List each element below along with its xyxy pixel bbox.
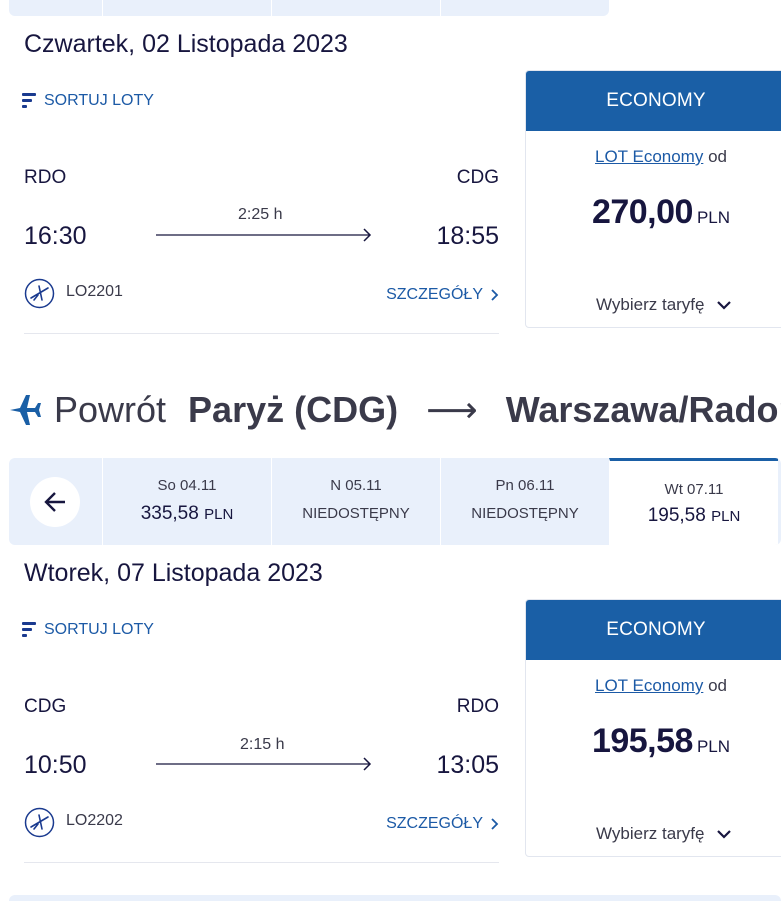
return-date-strip: So 04.11 335,58 PLN N 05.11 NIEDOSTĘPNY …: [9, 458, 781, 545]
fare-price: 195,58 PLN: [526, 722, 781, 761]
origin-code: RDO: [24, 167, 67, 188]
economy-header: ECONOMY: [526, 600, 781, 660]
origin-code: CDG: [24, 696, 67, 717]
choose-fare-label: Wybierz taryfę: [596, 824, 705, 843]
date-unavailable: NIEDOSTĘPNY: [302, 505, 410, 522]
date-option-mon[interactable]: Pn 06.11 NIEDOSTĘPNY: [440, 458, 609, 545]
chevron-right-icon: [491, 289, 499, 301]
date-option-sun[interactable]: N 05.11 NIEDOSTĘPNY: [271, 458, 440, 545]
price-currency: PLN: [696, 737, 731, 756]
departure-time: 10:50: [24, 751, 87, 779]
date-price: 195,58 PLN: [647, 505, 741, 526]
date-label: N 05.11: [330, 477, 382, 494]
previous-dates-button[interactable]: [30, 477, 80, 527]
return-destination: Warszawa/Radom: [505, 389, 781, 430]
details-button[interactable]: SZCZEGÓŁY: [386, 815, 499, 833]
flight-number: LO2201: [66, 283, 123, 300]
flight-duration: 2:25 h: [238, 206, 283, 223]
fare-link[interactable]: LOT Economy: [595, 147, 703, 166]
departure-time: 16:30: [24, 222, 87, 250]
fare-name-line: LOT Economy od: [526, 676, 781, 696]
from-word: od: [708, 676, 727, 695]
price-amount: 195,58: [591, 722, 694, 760]
date-label: So 04.11: [157, 477, 217, 494]
outbound-date-heading: Czwartek, 02 Listopada 2023: [24, 30, 348, 58]
economy-header: ECONOMY: [526, 71, 781, 131]
arrival-time: 13:05: [436, 751, 499, 779]
details-button[interactable]: SZCZEGÓŁY: [386, 286, 499, 304]
sort-label: SORTUJ LOTY: [44, 92, 154, 109]
return-date-heading: Wtorek, 07 Listopada 2023: [24, 559, 323, 587]
arrow-left-icon: [44, 492, 65, 512]
route-arrow-icon: [156, 228, 372, 242]
lot-logo-icon: [24, 278, 55, 309]
choose-fare-label: Wybierz taryfę: [596, 295, 705, 314]
date-label: Wt 07.11: [664, 481, 724, 498]
return-route-header: Powrót Paryż (CDG) ⟶ Warszawa/Radom: [8, 385, 781, 435]
bottom-strip-partial: [9, 895, 781, 901]
chevron-down-icon: [717, 830, 732, 839]
return-label: Powrót: [54, 389, 167, 430]
details-label: SZCZEGÓŁY: [386, 815, 483, 832]
choose-fare-button[interactable]: Wybierz taryfę: [596, 824, 732, 844]
fare-name-line: LOT Economy od: [526, 147, 781, 167]
outbound-sort-button[interactable]: SORTUJ LOTY: [22, 92, 154, 110]
fare-price: 270,00 PLN: [526, 193, 781, 232]
price-currency: PLN: [696, 208, 731, 227]
lot-logo-icon: [24, 807, 55, 838]
chevron-down-icon: [717, 301, 732, 310]
date-unavailable: NIEDOSTĘPNY: [471, 505, 579, 522]
destination-code: RDO: [456, 696, 499, 717]
price-amount: 270,00: [591, 193, 694, 231]
flight-number: LO2202: [66, 812, 123, 829]
airplane-icon: [10, 395, 41, 425]
destination-code: CDG: [456, 167, 499, 188]
date-label: Pn 06.11: [495, 477, 555, 494]
fare-link[interactable]: LOT Economy: [595, 676, 703, 695]
sort-icon: [22, 622, 36, 637]
return-economy-fare-card[interactable]: ECONOMY LOT Economy od 195,58 PLN Wybierz…: [525, 599, 781, 857]
choose-fare-button[interactable]: Wybierz taryfę: [596, 295, 732, 315]
return-flight-card[interactable]: CDG RDO 10:50 13:05 2:15 h LO2202 SZCZEG…: [24, 672, 499, 863]
outbound-economy-fare-card[interactable]: ECONOMY LOT Economy od 270,00 PLN Wybierz…: [525, 70, 781, 328]
previous-dates-cell: [9, 458, 102, 545]
sort-icon: [22, 93, 36, 108]
date-option-sat[interactable]: So 04.11 335,58 PLN: [102, 458, 271, 545]
chevron-right-icon: [491, 818, 499, 830]
details-label: SZCZEGÓŁY: [386, 286, 483, 303]
date-option-tue-selected[interactable]: Wt 07.11 195,58 PLN: [609, 458, 778, 545]
outbound-flight-card[interactable]: RDO CDG 16:30 18:55 2:25 h LO2201 SZCZEG…: [24, 143, 499, 334]
date-price: 335,58 PLN: [140, 503, 234, 524]
arrival-time: 18:55: [436, 222, 499, 250]
sort-label: SORTUJ LOTY: [44, 621, 154, 638]
date-strip-partial: [9, 0, 609, 16]
from-word: od: [708, 147, 727, 166]
flight-duration: 2:15 h: [240, 736, 285, 753]
route-arrow: ⟶: [426, 389, 478, 430]
return-sort-button[interactable]: SORTUJ LOTY: [22, 621, 154, 639]
return-origin: Paryż (CDG): [188, 389, 399, 430]
route-arrow-icon: [156, 757, 372, 771]
